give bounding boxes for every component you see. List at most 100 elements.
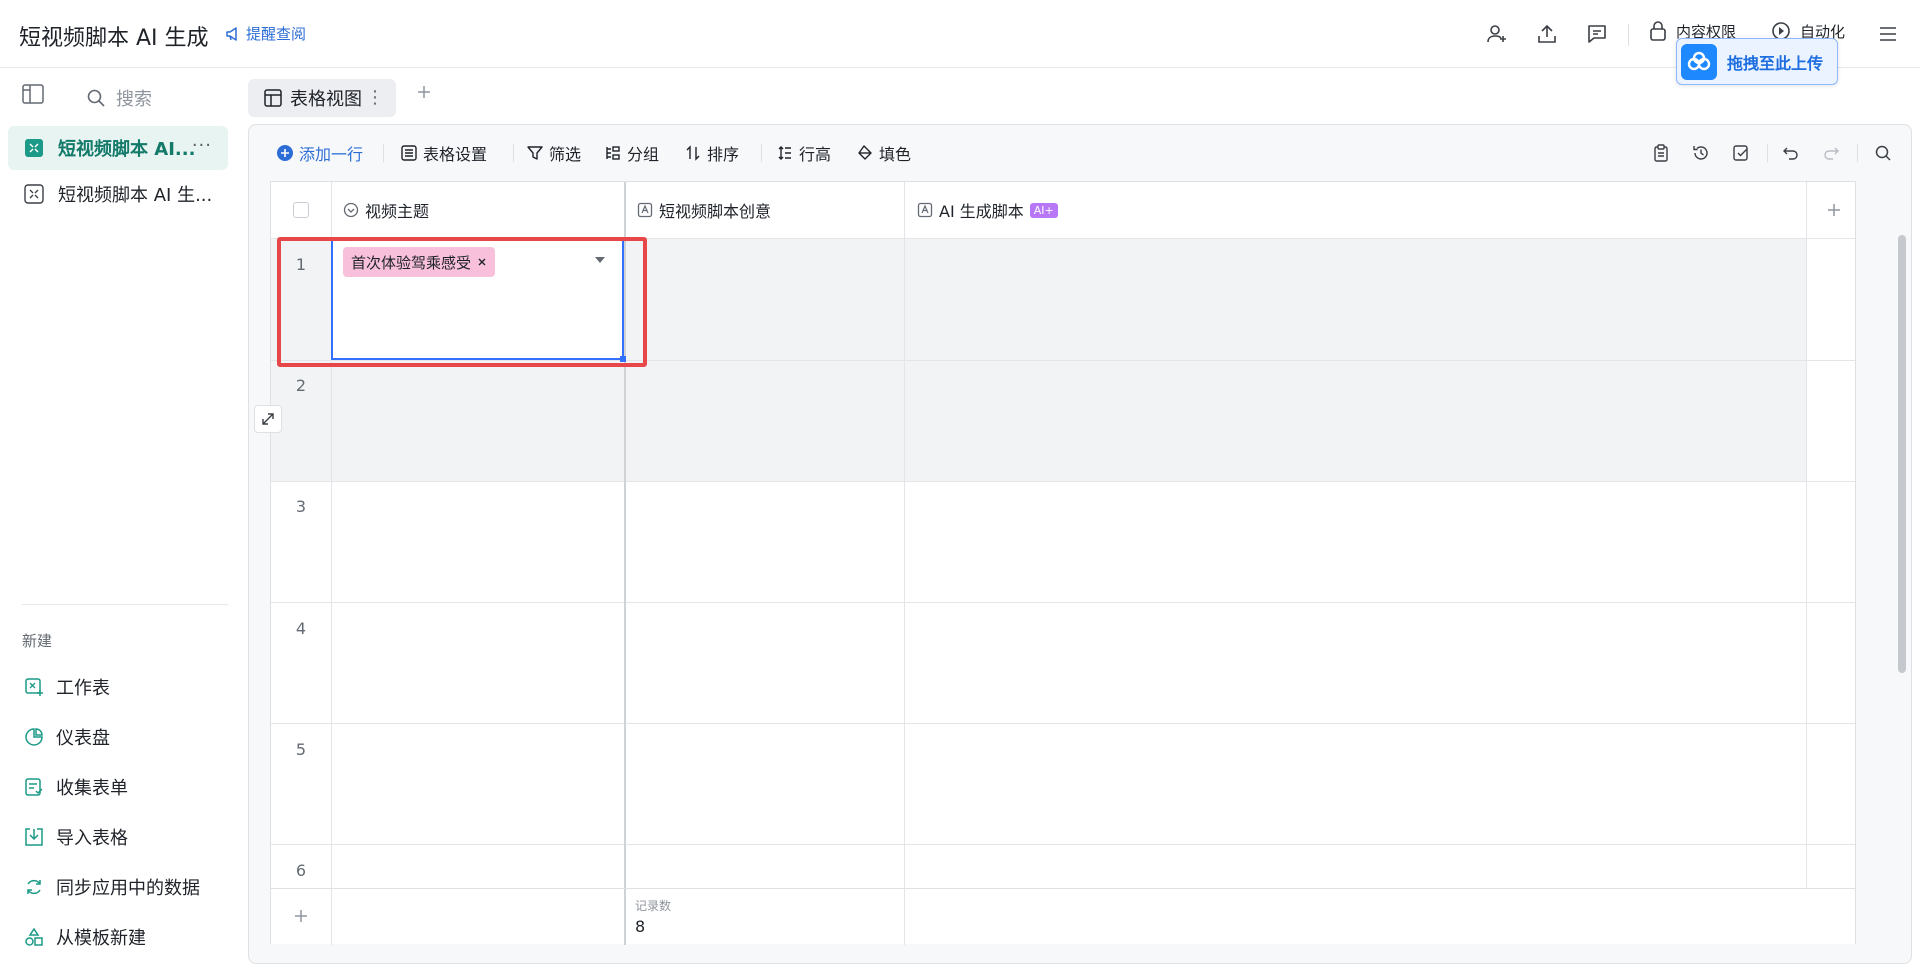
tab-label: 表格视图 bbox=[290, 89, 362, 110]
add-view-icon[interactable] bbox=[416, 84, 432, 100]
fill-color-button[interactable]: 填色 bbox=[857, 141, 911, 165]
checkbox[interactable] bbox=[293, 202, 309, 218]
new-item-label: 同步应用中的数据 bbox=[56, 878, 200, 899]
single-select-icon bbox=[343, 202, 359, 218]
search-placeholder: 搜索 bbox=[116, 89, 152, 110]
paint-bucket-icon bbox=[857, 145, 873, 161]
sort-label: 排序 bbox=[707, 145, 740, 164]
sheet-icon bbox=[24, 138, 44, 158]
import-icon bbox=[24, 827, 44, 847]
more-options-icon[interactable]: ··· bbox=[192, 135, 212, 156]
new-item-label: 收集表单 bbox=[56, 778, 128, 799]
toolbar-divider bbox=[383, 144, 384, 162]
table-view-icon bbox=[264, 89, 282, 107]
add-row-label: 添加一行 bbox=[299, 145, 364, 164]
add-collaborator-icon[interactable] bbox=[1483, 20, 1511, 48]
tab-more-icon[interactable]: ⋮ bbox=[366, 87, 384, 108]
drag-upload-widget[interactable]: 拖拽至此上传 bbox=[1676, 38, 1838, 85]
group-button[interactable]: 分组 bbox=[605, 141, 659, 165]
row-border bbox=[271, 723, 1855, 724]
filter-button[interactable]: 筛选 bbox=[527, 141, 581, 165]
column-header-video-topic[interactable]: 视频主题 bbox=[343, 182, 429, 238]
text-field-icon bbox=[637, 202, 653, 218]
column-header-ai-script[interactable]: AI 生成脚本 AI+ bbox=[917, 182, 1058, 238]
column-border bbox=[904, 182, 905, 945]
sheet-icon bbox=[24, 184, 44, 204]
worksheet-icon bbox=[24, 677, 44, 697]
redo-icon[interactable] bbox=[1819, 141, 1843, 165]
toolbar-divider bbox=[1857, 144, 1858, 162]
row-number: 5 bbox=[295, 740, 307, 759]
table-settings-label: 表格设置 bbox=[423, 145, 488, 164]
group-icon bbox=[605, 145, 621, 161]
settings-list-icon bbox=[401, 145, 417, 161]
remind-link[interactable]: 提醒查阅 bbox=[224, 23, 306, 44]
row-number: 4 bbox=[295, 619, 307, 638]
from-template-item[interactable]: 从模板新建 bbox=[24, 924, 146, 950]
sort-button[interactable]: 排序 bbox=[685, 141, 739, 165]
column-header-script-idea[interactable]: 短视频脚本创意 bbox=[637, 182, 771, 238]
vertical-scrollbar[interactable] bbox=[1898, 235, 1906, 673]
filter-icon bbox=[527, 145, 543, 161]
ai-badge: AI+ bbox=[1029, 202, 1058, 218]
column-border bbox=[904, 889, 905, 944]
undo-icon[interactable] bbox=[1779, 141, 1803, 165]
row-number: 2 bbox=[295, 376, 307, 395]
sidebar-item-sheet-active[interactable]: 短视频脚本 AI... ··· bbox=[8, 126, 228, 170]
drag-upload-label: 拖拽至此上传 bbox=[1727, 53, 1824, 73]
menu-icon[interactable] bbox=[1874, 20, 1902, 48]
table-settings-button[interactable]: 表格设置 bbox=[401, 141, 487, 165]
comment-icon[interactable] bbox=[1583, 20, 1611, 48]
share-export-icon[interactable] bbox=[1533, 20, 1561, 48]
add-column-icon[interactable] bbox=[1826, 182, 1842, 238]
column-border bbox=[331, 889, 332, 944]
template-icon bbox=[24, 927, 44, 947]
row-height-button[interactable]: 行高 bbox=[777, 141, 831, 165]
new-item-label: 工作表 bbox=[56, 678, 110, 699]
new-item-label: 从模板新建 bbox=[56, 928, 146, 949]
tab-table-view[interactable]: 表格视图 ⋮ bbox=[248, 79, 396, 117]
group-label: 分组 bbox=[627, 145, 660, 164]
expand-record-icon[interactable] bbox=[254, 405, 282, 433]
new-dashboard-item[interactable]: 仪表盘 bbox=[24, 724, 110, 750]
lock-icon bbox=[1648, 20, 1668, 42]
row-height-icon bbox=[777, 145, 793, 161]
row-border bbox=[271, 602, 1855, 603]
sync-icon bbox=[24, 877, 44, 897]
grid-footer: 记录数 8 bbox=[271, 888, 1855, 944]
sidebar-item-label: 短视频脚本 AI 生... bbox=[58, 185, 213, 206]
filter-label: 筛选 bbox=[549, 145, 582, 164]
sidebar-item-sheet[interactable]: 短视频脚本 AI 生... bbox=[8, 172, 228, 216]
remind-label: 提醒查阅 bbox=[246, 25, 307, 43]
new-form-item[interactable]: 收集表单 bbox=[24, 774, 128, 800]
sort-icon bbox=[685, 145, 701, 161]
sidebar-search[interactable]: 搜索 bbox=[86, 85, 152, 111]
sidebar: 搜索 短视频脚本 AI... ··· 短视频脚本 AI 生... 新建 工作表 … bbox=[0, 68, 240, 974]
search-icon[interactable] bbox=[1871, 141, 1895, 165]
row-number: 3 bbox=[295, 497, 307, 516]
sync-data-item[interactable]: 同步应用中的数据 bbox=[24, 874, 200, 900]
import-table-item[interactable]: 导入表格 bbox=[24, 824, 128, 850]
sidebar-toggle-icon[interactable] bbox=[22, 84, 44, 104]
cloud-icon bbox=[1681, 43, 1717, 80]
highlight-box bbox=[277, 237, 647, 367]
clipboard-icon[interactable] bbox=[1649, 141, 1673, 165]
text-field-icon bbox=[917, 202, 933, 218]
top-divider bbox=[1628, 24, 1629, 46]
form-icon bbox=[24, 777, 44, 797]
column-label: 短视频脚本创意 bbox=[659, 202, 772, 221]
app-title: 短视频脚本 AI 生成 bbox=[19, 26, 209, 51]
toolbar: 添加一行 表格设置 筛选 分组 排序 行高 填色 bbox=[249, 125, 1911, 181]
add-record-icon[interactable] bbox=[293, 908, 309, 924]
dashboard-icon bbox=[24, 727, 44, 747]
column-label: 视频主题 bbox=[365, 202, 430, 221]
new-worksheet-item[interactable]: 工作表 bbox=[24, 674, 110, 700]
select-all-checkbox[interactable] bbox=[293, 182, 309, 238]
plus-circle-icon bbox=[277, 145, 293, 161]
add-row-button[interactable]: 添加一行 bbox=[277, 141, 363, 165]
new-section-label: 新建 bbox=[22, 632, 53, 650]
row-highlight bbox=[271, 360, 1806, 481]
check-doc-icon[interactable] bbox=[1729, 141, 1753, 165]
row-number: 6 bbox=[295, 861, 307, 880]
history-icon[interactable] bbox=[1689, 141, 1713, 165]
